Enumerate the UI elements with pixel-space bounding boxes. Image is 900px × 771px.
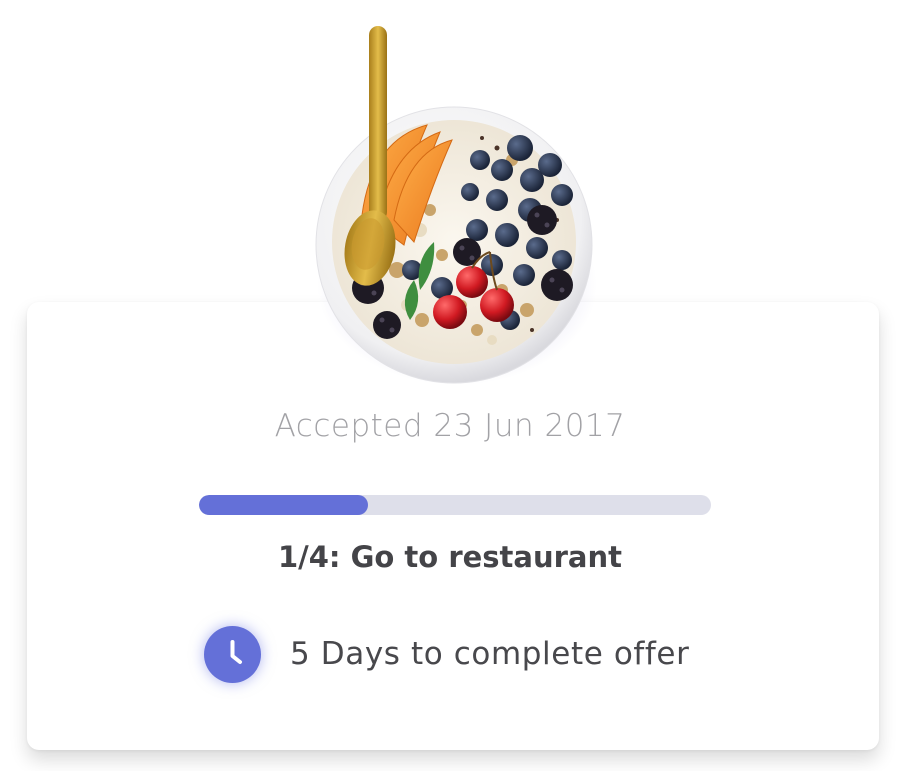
offer-screen: Accepted 23 Jun 2017 1/4: Go to restaura… <box>0 0 900 771</box>
accepted-date-text: Accepted 23 Jun 2017 <box>274 408 626 444</box>
fruit-bowl-image <box>302 20 612 400</box>
clock-hands <box>230 639 242 664</box>
current-step-label: 1/4: Go to restaurant <box>277 540 623 574</box>
offer-progress-bar <box>199 495 711 515</box>
deadline-text: 5 Days to complete offer <box>290 636 690 672</box>
deadline-row: 5 Days to complete offer <box>204 624 689 684</box>
offer-progress-fill <box>199 495 368 515</box>
bowl-illustration <box>315 26 597 385</box>
clock-icon <box>204 625 261 683</box>
